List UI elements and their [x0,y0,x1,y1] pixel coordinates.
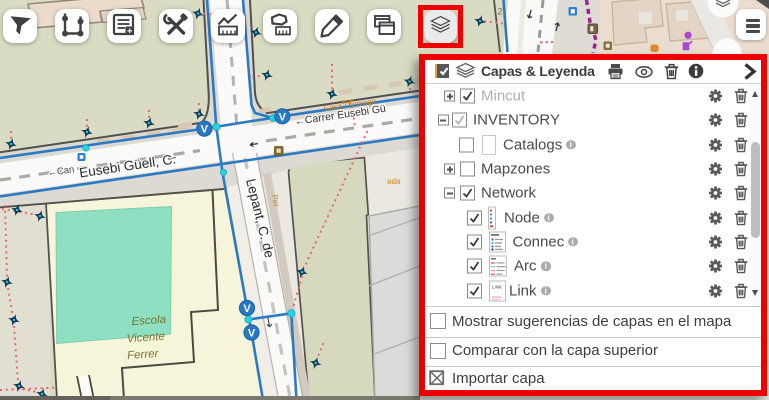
svg-text:V: V [243,303,251,315]
svg-text:2: 2 [498,7,503,17]
svg-text:Escola: Escola [131,314,166,328]
svg-text:V: V [201,124,209,136]
svg-text:Ferrer: Ferrer [127,348,160,362]
svg-text:LINK: LINK [492,284,502,289]
svg-text:V: V [248,328,256,340]
svg-text:ada: ada [387,177,401,186]
svg-text:V: V [279,111,287,123]
